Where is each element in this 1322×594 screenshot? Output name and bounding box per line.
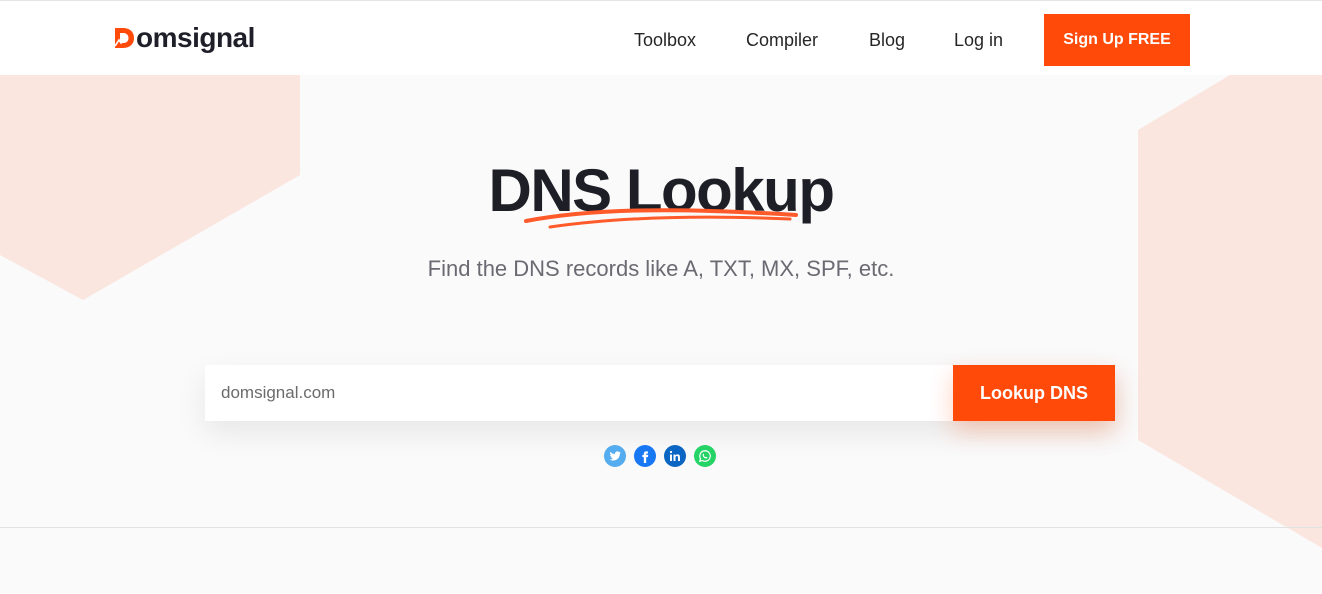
domain-input[interactable] (205, 365, 953, 421)
lookup-dns-button[interactable]: Lookup DNS (953, 365, 1115, 421)
background-decoration (0, 75, 1322, 548)
title-underline-decoration (524, 208, 798, 229)
twitter-icon[interactable] (604, 445, 626, 467)
main-nav: Toolbox Compiler Blog Log in Sign Up FRE… (0, 1, 1322, 76)
facebook-icon[interactable] (634, 445, 656, 467)
site-header: omsignal Toolbox Compiler Blog Log in Si… (0, 0, 1322, 75)
section-divider (0, 527, 1322, 528)
nav-compiler[interactable]: Compiler (746, 29, 818, 51)
share-icons (604, 445, 716, 467)
signup-button[interactable]: Sign Up FREE (1044, 14, 1190, 66)
linkedin-icon[interactable] (664, 445, 686, 467)
nav-blog[interactable]: Blog (869, 29, 905, 51)
nav-login[interactable]: Log in (954, 29, 1003, 51)
page-subtitle: Find the DNS records like A, TXT, MX, SP… (427, 256, 895, 281)
nav-toolbox[interactable]: Toolbox (634, 29, 696, 51)
dns-search-form: Lookup DNS (205, 365, 1115, 421)
whatsapp-icon[interactable] (694, 445, 716, 467)
